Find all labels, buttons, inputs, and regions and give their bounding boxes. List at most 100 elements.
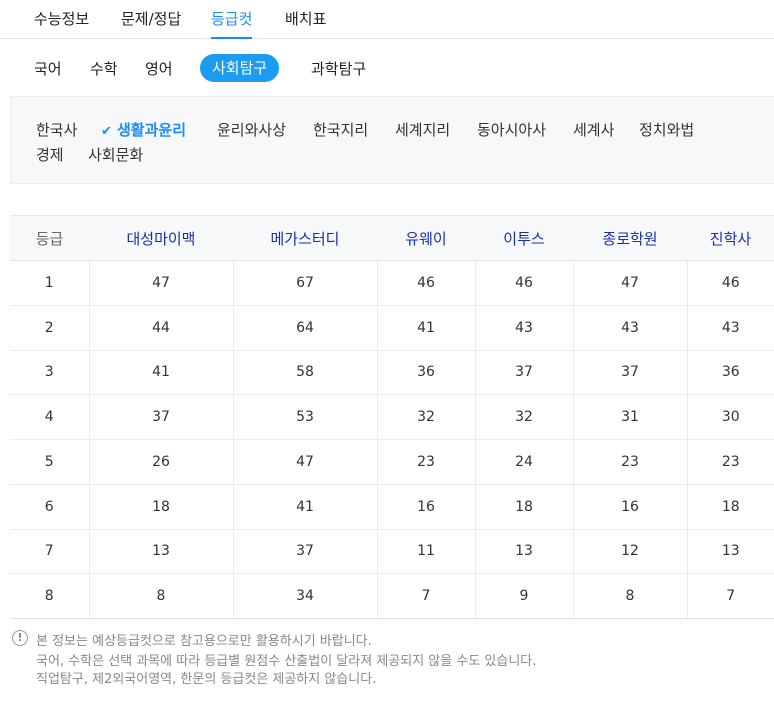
score-cell: 44 — [88, 305, 233, 351]
sub-subject-ethics-thought[interactable]: 윤리와사상 — [217, 119, 286, 140]
subject-tab-english[interactable]: 영어 — [145, 58, 173, 79]
notice-line: 국어, 수학은 선택 과목에 따라 등급별 원점수 산출법이 달라져 제공되지 … — [36, 654, 537, 669]
subject-tab-social-studies[interactable]: 사회탐구 — [200, 54, 280, 82]
grade-cell: 2 — [10, 305, 89, 351]
score-cell: 24 — [474, 439, 573, 485]
grade-cell: 4 — [10, 394, 89, 440]
score-cell: 8 — [88, 573, 233, 619]
score-cell: 18 — [474, 484, 573, 530]
column-header-grade: 등급 — [10, 215, 89, 261]
sub-subject-world-geography[interactable]: 세계지리 — [395, 119, 450, 140]
sub-subject-korean-history[interactable]: 한국사 — [36, 119, 77, 140]
score-cell: 47 — [88, 260, 233, 306]
score-cell: 26 — [88, 439, 233, 485]
column-header-daesung: 대성마이맥 — [89, 215, 233, 261]
tab-exam-info[interactable]: 수능정보 — [34, 8, 89, 39]
subject-tab-math[interactable]: 수학 — [90, 58, 118, 79]
score-cell: 12 — [572, 529, 687, 575]
table-row: 4 37 53 32 32 31 30 — [10, 394, 774, 440]
subject-tab-korean[interactable]: 국어 — [34, 58, 62, 79]
score-cell: 46 — [376, 260, 475, 306]
score-cell: 36 — [376, 350, 475, 396]
sub-subject-label: 생활과윤리 — [117, 121, 187, 139]
score-cell: 43 — [572, 305, 687, 351]
check-icon: ✔ — [101, 124, 112, 139]
grade-cell: 7 — [10, 529, 89, 575]
score-cell: 16 — [376, 484, 475, 530]
score-cell: 67 — [232, 260, 377, 306]
score-cell: 41 — [88, 350, 233, 396]
score-cell: 41 — [232, 484, 377, 530]
grade-cell: 1 — [10, 260, 89, 306]
sub-subject-politics-law[interactable]: 정치와법 — [639, 119, 694, 140]
sub-subject-society-culture[interactable]: 사회문화 — [88, 144, 143, 165]
score-cell: 46 — [686, 260, 774, 306]
table-row: 1 47 67 46 46 47 46 — [10, 260, 774, 306]
column-header-megastudy: 메가스터디 — [233, 215, 377, 261]
score-cell: 32 — [376, 394, 475, 440]
column-header-jinhak: 진학사 — [687, 215, 774, 261]
grade-cut-table: 등급 대성마이맥 메가스터디 유웨이 이투스 종로학원 진학사 1 47 67 46 4… — [10, 215, 774, 619]
tab-grade-cut[interactable]: 등급컷 — [211, 8, 253, 39]
score-cell: 8 — [572, 573, 687, 619]
sub-subject-world-history[interactable]: 세계사 — [573, 119, 614, 140]
table-row: 3 41 58 36 37 37 36 — [10, 350, 774, 396]
tab-placement-table[interactable]: 배치표 — [285, 8, 326, 39]
score-cell: 37 — [474, 350, 573, 396]
score-cell: 31 — [572, 394, 687, 440]
score-cell: 7 — [686, 573, 774, 619]
score-cell: 30 — [686, 394, 774, 440]
score-cell: 13 — [686, 529, 774, 575]
grade-cell: 8 — [10, 573, 89, 619]
table-row: 7 13 37 11 13 12 13 — [10, 529, 774, 575]
score-cell: 13 — [474, 529, 573, 575]
score-cell: 47 — [232, 439, 377, 485]
sub-subject-ethics-life[interactable]: ✔ 생활과윤리 — [101, 119, 186, 140]
score-cell: 43 — [474, 305, 573, 351]
grade-cell: 5 — [10, 439, 89, 485]
table-row: 6 18 41 16 18 16 18 — [10, 484, 774, 530]
table-row: 2 44 64 41 43 43 43 — [10, 305, 774, 351]
score-cell: 41 — [376, 305, 475, 351]
score-cell: 37 — [232, 529, 377, 575]
score-cell: 37 — [572, 350, 687, 396]
score-cell: 58 — [232, 350, 377, 396]
score-cell: 7 — [376, 573, 475, 619]
score-cell: 11 — [376, 529, 475, 575]
table-body: 1 47 67 46 46 47 46 2 44 64 41 43 43 43 3 41 58 36 37 37 36 4… — [10, 260, 774, 619]
table-row: 8 8 34 7 9 8 7 — [10, 573, 774, 619]
sub-subject-economics[interactable]: 경제 — [36, 144, 64, 165]
sub-subject-panel: 한국사 ✔ 생활과윤리 윤리와사상 한국지리 세계지리 동아시아사 세계사 정치와… — [10, 96, 774, 184]
score-cell: 43 — [686, 305, 774, 351]
column-header-jongro: 종로학원 — [573, 215, 687, 261]
sub-subject-east-asian-history[interactable]: 동아시아사 — [477, 119, 546, 140]
score-cell: 46 — [474, 260, 573, 306]
score-cell: 18 — [686, 484, 774, 530]
subject-tab-bar: 국어 수학 영어 사회탐구 과학탐구 — [0, 52, 774, 86]
sub-subject-korean-geography[interactable]: 한국지리 — [313, 119, 368, 140]
subject-tab-science[interactable]: 과학탐구 — [311, 58, 366, 79]
column-header-uway: 유웨이 — [377, 215, 475, 261]
score-cell: 23 — [572, 439, 687, 485]
score-cell: 36 — [686, 350, 774, 396]
score-cell: 53 — [232, 394, 377, 440]
score-cell: 34 — [232, 573, 377, 619]
score-cell: 23 — [686, 439, 774, 485]
score-cell: 64 — [232, 305, 377, 351]
notice-line: 직업탐구, 제2외국어영역, 한문의 등급컷은 제공하지 않습니다. — [36, 672, 377, 687]
score-cell: 47 — [572, 260, 687, 306]
notice-line: 본 정보는 예상등급컷으로 참고용으로만 활용하시기 바랍니다. — [36, 634, 372, 649]
grade-cell: 6 — [10, 484, 89, 530]
score-cell: 18 — [88, 484, 233, 530]
table-header-row: 등급 대성마이맥 메가스터디 유웨이 이투스 종로학원 진학사 — [10, 215, 774, 261]
exclamation-icon: ! — [12, 630, 28, 646]
column-header-etoos: 이투스 — [475, 215, 573, 261]
score-cell: 13 — [88, 529, 233, 575]
table-row: 5 26 47 23 24 23 23 — [10, 439, 774, 485]
score-cell: 23 — [376, 439, 475, 485]
tab-questions-answers[interactable]: 문제/정답 — [121, 8, 181, 39]
score-cell: 32 — [474, 394, 573, 440]
score-cell: 9 — [474, 573, 573, 619]
grade-cell: 3 — [10, 350, 89, 396]
score-cell: 16 — [572, 484, 687, 530]
